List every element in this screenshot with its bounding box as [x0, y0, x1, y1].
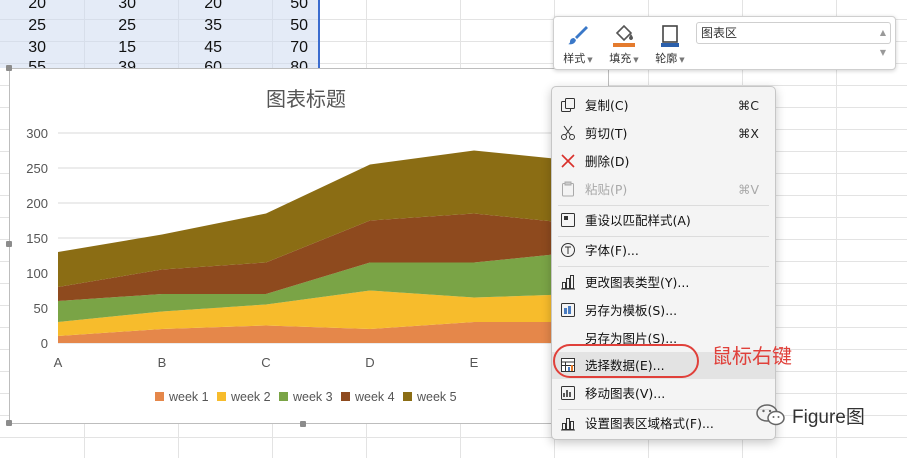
cell[interactable]: 70 [228, 37, 314, 59]
paintbrush-icon [568, 26, 588, 45]
cell[interactable]: 25 [0, 15, 52, 37]
context-menu: 复制(C) ⌘C 剪切(T) ⌘X 删除(D) 粘贴(P) ⌘V 重设以匹配样式… [551, 86, 776, 440]
watermark: Figure图 [756, 401, 865, 429]
reset-style-icon [561, 213, 575, 227]
scissors-icon [561, 125, 575, 140]
y-tick-label: 100 [26, 266, 48, 281]
cell[interactable]: 20 [142, 0, 228, 15]
y-tick-label: 150 [26, 231, 48, 246]
outline-icon [661, 25, 679, 47]
style-button[interactable]: 样式 ▼ [556, 21, 600, 67]
menu-item-save-template[interactable]: 另存为模板(S)... [552, 297, 775, 324]
move-chart-icon [561, 386, 575, 400]
annotation-text: 鼠标右键 [712, 344, 792, 368]
sheet-row: 25 25 35 50 [0, 15, 314, 37]
resize-handle[interactable] [300, 421, 306, 427]
select-arrow-icon: ▲ ▼ [879, 28, 886, 57]
menu-item-label: 剪切(T) [585, 126, 628, 141]
cell[interactable]: 15 [52, 37, 142, 59]
outline-button[interactable]: 轮廓 ▼ [648, 21, 692, 67]
y-tick-label: 250 [26, 161, 48, 176]
menu-item-shortcut: ⌘V [737, 182, 759, 197]
watermark-text: Figure图 [792, 406, 865, 428]
menu-item-label: 字体(F)... [585, 243, 639, 258]
menu-item-label: 删除(D) [585, 154, 630, 169]
paint-bucket-icon [613, 24, 635, 47]
wechat-icon [756, 404, 785, 426]
legend-label: week 3 [292, 390, 333, 404]
chart-area[interactable]: 050100150200250300ABCDEF图表标题week 1week 2… [9, 68, 610, 424]
cell[interactable]: 45 [142, 37, 228, 59]
menu-item-shortcut: ⌘X [737, 126, 759, 141]
menu-item-reset-style[interactable]: 重设以匹配样式(A) [552, 207, 775, 234]
legend-swatch [217, 392, 226, 401]
legend-swatch [279, 392, 288, 401]
legend-label: week 2 [230, 390, 271, 404]
menu-item-label: 更改图表类型(Y)... [585, 275, 690, 290]
cell[interactable]: 50 [228, 0, 314, 15]
chart-format-toolbar: 样式 ▼ 填充 ▼ 轮廓 ▼ 图表区 ▲ ▼ [553, 16, 896, 70]
x-tick-label: E [470, 355, 479, 370]
fill-label: 填充 [609, 52, 632, 65]
sheet-row: 30 15 45 70 [0, 37, 314, 59]
area-chart: 050100150200250300ABCDEF图表标题week 1week 2… [26, 87, 610, 404]
legend-swatch [403, 392, 412, 401]
resize-handle[interactable] [6, 420, 12, 426]
copy-icon [561, 98, 575, 112]
legend-swatch [155, 392, 164, 401]
sheet-row: 20 30 20 50 [0, 0, 314, 15]
cell[interactable]: 35 [142, 15, 228, 37]
x-tick-label: C [261, 355, 270, 370]
menu-item-label: 设置图表区域格式(F)... [585, 416, 714, 431]
paste-icon [562, 181, 574, 197]
chart-element-select[interactable]: 图表区 ▲ ▼ [696, 22, 891, 57]
x-tick-label: D [365, 355, 374, 370]
cell[interactable]: 30 [52, 0, 142, 15]
legend-swatch [341, 392, 350, 401]
menu-separator [558, 205, 769, 206]
menu-item-delete[interactable]: 删除(D) [552, 148, 775, 175]
cell[interactable]: 50 [228, 15, 314, 37]
legend-label: week 1 [168, 390, 209, 404]
menu-item-move-chart[interactable]: 移动图表(V)... [552, 380, 775, 407]
style-label: 样式 [563, 52, 586, 65]
highlight-circle [553, 344, 699, 378]
fill-button[interactable]: 填充 ▼ [602, 21, 646, 67]
menu-item-cut[interactable]: 剪切(T) ⌘X [552, 120, 775, 147]
legend-label: week 5 [416, 390, 457, 404]
cell[interactable]: 20 [0, 0, 52, 15]
outline-label: 轮廓 [655, 52, 678, 65]
chart-title: 图表标题 [266, 87, 346, 111]
y-tick-label: 0 [41, 336, 48, 351]
menu-item-label: 移动图表(V)... [585, 386, 666, 401]
format-area-icon [561, 418, 575, 431]
legend-label: week 4 [354, 390, 395, 404]
font-icon [561, 243, 575, 257]
menu-item-change-chart-type[interactable]: 更改图表类型(Y)... [552, 269, 775, 296]
save-template-icon [561, 303, 575, 317]
menu-item-label: 复制(C) [585, 98, 629, 113]
menu-item-paste: 粘贴(P) ⌘V [552, 176, 775, 203]
menu-item-label: 另存为模板(S)... [585, 303, 678, 318]
chart-element-value: 图表区 [701, 26, 738, 40]
menu-item-font[interactable]: 字体(F)... [552, 237, 775, 264]
chart-type-icon [561, 275, 575, 290]
resize-handle[interactable] [6, 241, 12, 247]
x-tick-label: A [54, 355, 63, 370]
y-tick-label: 200 [26, 196, 48, 211]
y-tick-label: 50 [34, 301, 48, 316]
cell[interactable]: 25 [52, 15, 142, 37]
menu-item-copy[interactable]: 复制(C) ⌘C [552, 92, 775, 119]
y-tick-label: 300 [26, 126, 48, 141]
x-tick-label: B [158, 355, 167, 370]
menu-item-shortcut: ⌘C [737, 98, 759, 113]
menu-item-format-chart-area[interactable]: 设置图表区域格式(F)... [552, 410, 775, 437]
delete-x-icon [561, 154, 575, 168]
menu-item-label: 重设以匹配样式(A) [585, 213, 691, 228]
menu-item-label: 粘贴(P) [585, 182, 628, 197]
menu-separator [558, 266, 769, 267]
resize-handle[interactable] [6, 65, 12, 71]
cell[interactable]: 30 [0, 37, 52, 59]
